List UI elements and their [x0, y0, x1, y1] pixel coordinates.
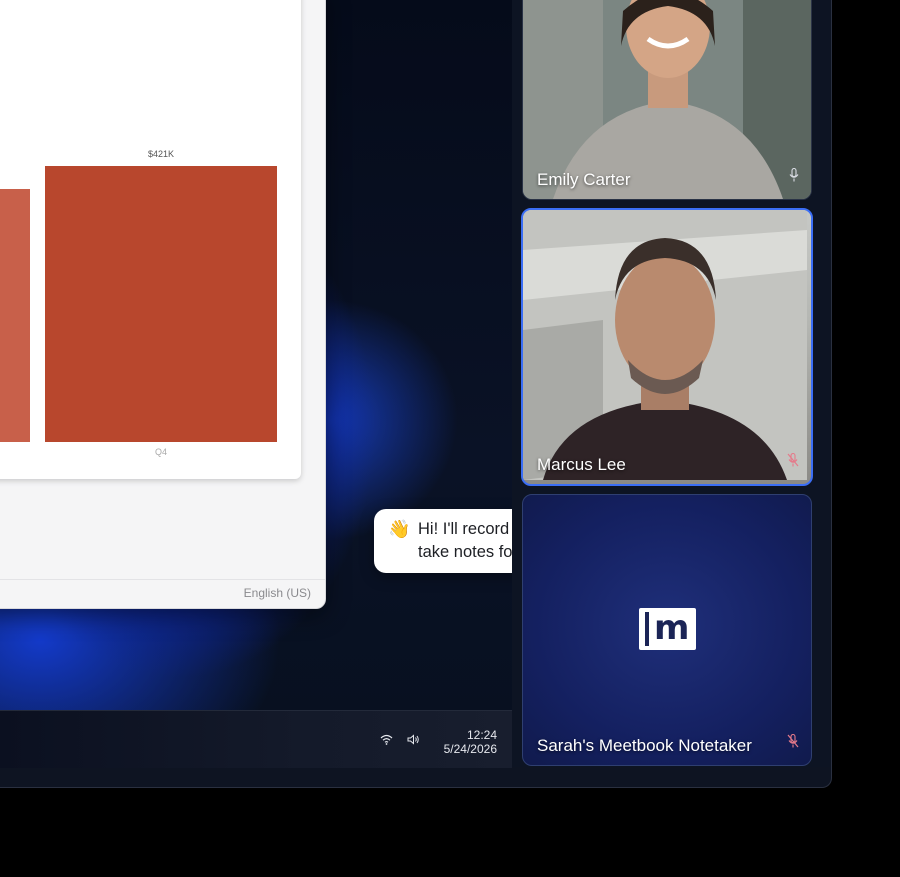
- chart-card: $421K Q4: [0, 0, 301, 479]
- speaker-icon[interactable]: [407, 732, 420, 750]
- bar-data-label-q4: $421K: [147, 149, 175, 159]
- chart-bar-q4: [45, 166, 277, 442]
- x-tick-q4: Q4: [154, 447, 167, 457]
- participant-name: Marcus Lee: [537, 455, 626, 474]
- participant-tile-emily[interactable]: Emily Carter: [522, 0, 812, 200]
- taskbar: 12:24 5/24/2026: [0, 710, 512, 768]
- participant-video-marcus: [523, 210, 807, 480]
- participant-name: Sarah's Meetbook Notetaker: [537, 736, 752, 755]
- mic-muted-icon: [787, 452, 799, 472]
- document-window[interactable]: $421K Q4 English (US): [0, 0, 326, 609]
- wifi-icon[interactable]: [380, 732, 393, 750]
- participant-tile-marcus[interactable]: Marcus Lee: [521, 208, 813, 486]
- bubble-line-1: Hi! I'll record &: [418, 520, 525, 538]
- meetbook-logo: m: [639, 608, 696, 650]
- chart-bar-q3: [0, 189, 30, 442]
- system-clock[interactable]: 12:24 5/24/2026: [444, 728, 497, 756]
- mic-muted-icon: [787, 733, 799, 753]
- participant-name: Emily Carter: [537, 170, 631, 189]
- monitor-screen: $421K Q4 English (US) 12:24 5/24/2026 👋 …: [0, 0, 832, 788]
- mic-on-icon: [789, 167, 799, 187]
- clock-date: 5/24/2026: [443, 742, 497, 756]
- desktop: $421K Q4 English (US) 12:24 5/24/2026: [0, 0, 512, 768]
- status-bar: English (US): [0, 579, 325, 608]
- participant-tile-notetaker[interactable]: m Sarah's Meetbook Notetaker: [522, 494, 812, 766]
- clock-time: 12:24: [466, 728, 497, 742]
- language-indicator[interactable]: English (US): [244, 586, 311, 600]
- wave-icon: 👋: [388, 519, 411, 539]
- participants-panel: Emily Carter Marcus Lee m Sarah's Meetbo…: [512, 0, 830, 767]
